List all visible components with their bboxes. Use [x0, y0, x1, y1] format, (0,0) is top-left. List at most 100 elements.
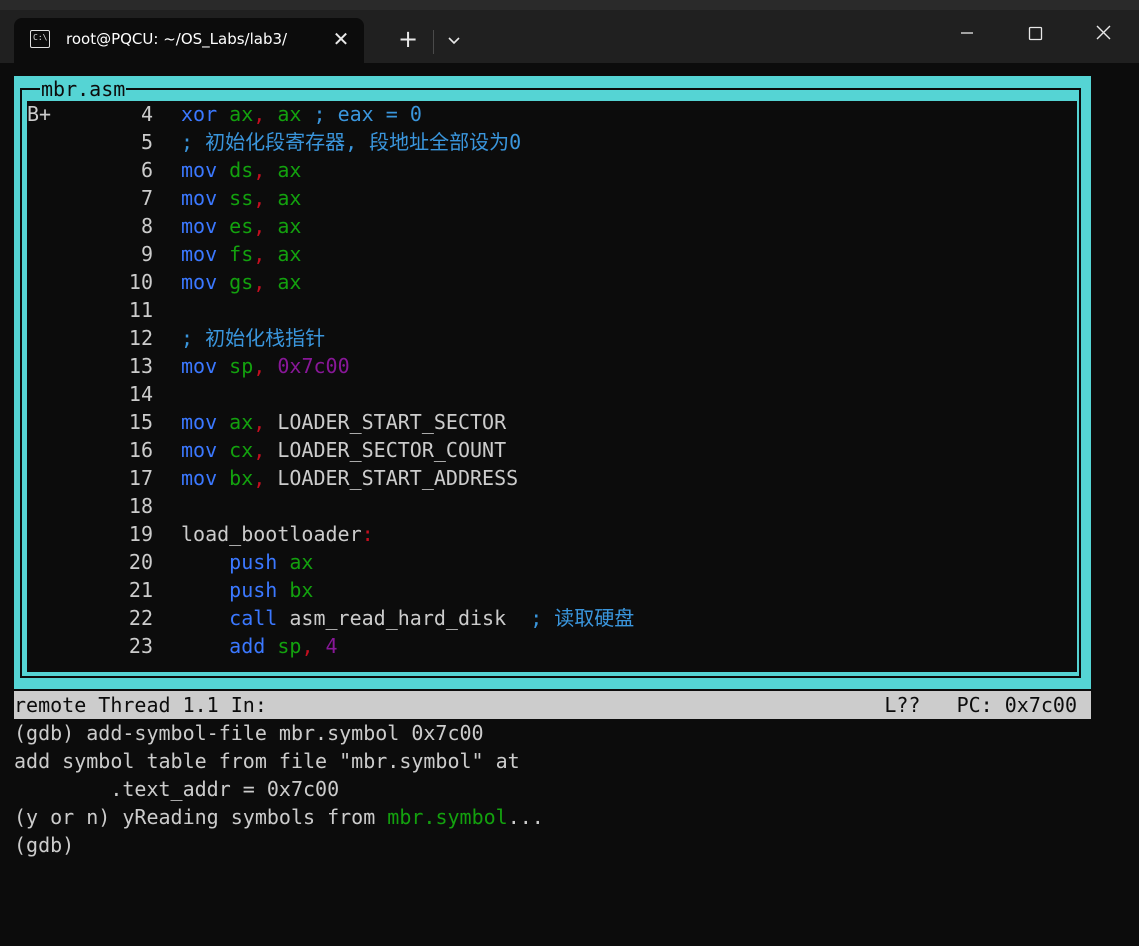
desktop-background — [0, 0, 1139, 10]
code-token: mov — [181, 158, 218, 182]
code-token: ax — [229, 102, 254, 126]
code-token: ds — [229, 158, 254, 182]
breakpoint-marker: B+ — [27, 102, 52, 126]
source-code: ; 初始化段寄存器, 段地址全部设为0 — [181, 128, 521, 156]
source-code: mov ds, ax — [181, 156, 301, 184]
code-token: mov — [181, 438, 218, 462]
new-tab-button[interactable]: + — [390, 26, 426, 56]
code-token: cx — [229, 438, 254, 462]
close-window-button[interactable] — [1080, 18, 1126, 48]
source-line: 19 load_bootloader: — [27, 520, 1077, 548]
code-token: bx — [229, 466, 254, 490]
line-number: 15 — [128, 410, 153, 434]
line-number: 22 — [128, 606, 153, 630]
source-file-title: mbr.asm — [40, 77, 127, 101]
line-number: 20 — [128, 550, 153, 574]
source-line: 21 push bx — [27, 576, 1077, 604]
code-token: , — [301, 634, 314, 658]
status-pc: L?? PC: 0x7c00 — [884, 693, 1077, 717]
console-line: add symbol table from file "mbr.symbol" … — [14, 749, 520, 773]
source-code-panel[interactable]: B+ 4 xor ax, ax ; eax = 0 5 ; 初始化段寄存器, 段地址全部… — [27, 101, 1077, 672]
terminal-content[interactable]: B+ 4 xor ax, ax ; eax = 0 5 ; 初始化段寄存器, 段地址全部… — [0, 63, 1139, 946]
code-token: , — [253, 410, 266, 434]
line-number: 23 — [128, 634, 153, 658]
code-token: ax — [277, 214, 302, 238]
tab-separator — [433, 30, 434, 54]
source-code: load_bootloader: — [181, 520, 374, 548]
code-token: ax — [277, 270, 302, 294]
line-number: 19 — [128, 522, 153, 546]
chevron-down-icon[interactable] — [440, 26, 468, 56]
tab-title: root@PQCU: ~/OS_Labs/lab3/ — [66, 30, 288, 48]
source-line: 17 mov bx, LOADER_START_ADDRESS — [27, 464, 1077, 492]
gdb-status-bar: remote Thread 1.1 In: L?? PC: 0x7c00 — [14, 691, 1091, 719]
code-token: asm_read_hard_disk — [277, 606, 531, 630]
source-line: 16 mov cx, LOADER_SECTOR_COUNT — [27, 436, 1077, 464]
code-token: sp — [277, 634, 302, 658]
code-token: mov — [181, 214, 218, 238]
code-token: add — [229, 634, 266, 658]
code-token: ax — [289, 550, 314, 574]
code-token: , — [253, 242, 266, 266]
code-token: , — [253, 186, 266, 210]
source-code: mov bx, LOADER_START_ADDRESS — [181, 464, 518, 492]
code-token: , — [253, 214, 266, 238]
source-code: mov sp, 0x7c00 — [181, 352, 350, 380]
source-code: xor ax, ax ; eax = 0 — [181, 100, 422, 128]
source-line: 5 ; 初始化段寄存器, 段地址全部设为0 — [27, 128, 1077, 156]
source-line: 9 mov fs, ax — [27, 240, 1077, 268]
code-token: push — [229, 550, 278, 574]
line-number: 16 — [128, 438, 153, 462]
terminal-window: C:\ root@PQCU: ~/OS_Labs/lab3/ ✕ + B+ 4 xo… — [0, 10, 1139, 946]
source-code: call asm_read_hard_disk ; 读取硬盘 — [181, 604, 634, 632]
line-number: 7 — [140, 186, 153, 210]
source-code: add sp, 4 — [181, 632, 338, 660]
code-token: bx — [289, 578, 314, 602]
line-number: 8 — [140, 214, 153, 238]
title-bar[interactable]: C:\ root@PQCU: ~/OS_Labs/lab3/ ✕ + — [0, 10, 1139, 63]
source-line: 13 mov sp, 0x7c00 — [27, 352, 1077, 380]
source-line: 7 mov ss, ax — [27, 184, 1077, 212]
line-number: 18 — [128, 494, 153, 518]
code-token: mov — [181, 242, 218, 266]
source-line: 23 add sp, 4 — [27, 632, 1077, 660]
source-window-frame: B+ 4 xor ax, ax ; eax = 0 5 ; 初始化段寄存器, 段地址全部… — [14, 76, 1091, 689]
maximize-button[interactable] — [1012, 18, 1058, 48]
source-line: 15 mov ax, LOADER_START_SECTOR — [27, 408, 1077, 436]
line-number: 13 — [128, 354, 153, 378]
code-token: call — [229, 606, 278, 630]
code-token: , — [253, 466, 266, 490]
line-number: 10 — [128, 270, 153, 294]
source-line: 20 push ax — [27, 548, 1077, 576]
code-token: push — [229, 578, 278, 602]
line-number: 21 — [128, 578, 153, 602]
code-token: , — [253, 438, 266, 462]
code-token: es — [229, 214, 254, 238]
code-token: ax — [229, 410, 254, 434]
source-code: ; 初始化栈指针 — [181, 324, 325, 352]
code-token: mov — [181, 186, 218, 210]
minimize-button[interactable] — [944, 18, 990, 48]
code-token: 4 — [325, 634, 338, 658]
gdb-prompt[interactable]: (gdb) — [14, 831, 74, 859]
code-token: ; eax = 0 — [313, 102, 422, 126]
close-tab-icon[interactable]: ✕ — [328, 26, 354, 52]
terminal-tab[interactable]: C:\ root@PQCU: ~/OS_Labs/lab3/ ✕ — [14, 18, 364, 63]
code-token: load_bootloader — [181, 522, 362, 546]
